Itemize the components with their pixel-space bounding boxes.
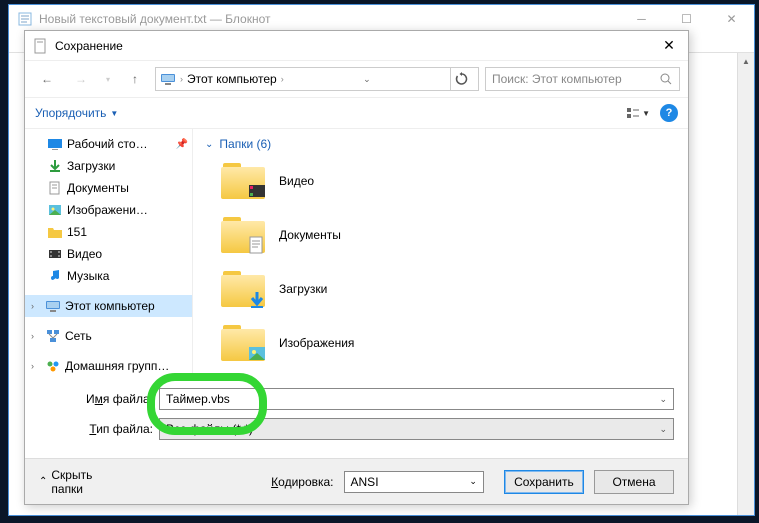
search-icon [659, 72, 673, 86]
tree-item-151[interactable]: 151 [25, 221, 192, 243]
tree-item-this-pc[interactable]: › Этот компьютер [25, 295, 192, 317]
breadcrumb-item[interactable]: Этот компьютер [187, 72, 277, 86]
tree-item-pictures[interactable]: Изображени… [25, 199, 192, 221]
pictures-icon [47, 202, 63, 218]
desktop-icon [47, 136, 63, 152]
help-button[interactable]: ? [660, 104, 678, 122]
folder-icon [47, 224, 63, 240]
hide-folders-button[interactable]: ⌃ Скрыть папки [39, 468, 121, 496]
close-button[interactable]: ✕ [709, 5, 754, 33]
dialog-titlebar: Сохранение ✕ [25, 31, 688, 61]
documents-icon [47, 180, 63, 196]
tree-item-music[interactable]: Музыка [25, 265, 192, 287]
search-input[interactable]: Поиск: Этот компьютер [485, 67, 680, 91]
dropdown-icon[interactable]: ⌄ [659, 424, 667, 435]
computer-icon [45, 298, 61, 314]
folder-tree: Рабочий сто… 📌 Загрузки Документы Изобра… [25, 129, 193, 380]
chevron-up-icon: ⌃ [39, 476, 47, 487]
refresh-button[interactable] [450, 68, 474, 90]
tree-item-desktop[interactable]: Рабочий сто… 📌 [25, 133, 192, 155]
save-dialog: Сохранение ✕ ← → ▾ ↑ › Этот компьютер › … [24, 30, 689, 505]
folder-documents[interactable]: Документы [221, 217, 676, 253]
homegroup-icon [45, 358, 61, 374]
search-placeholder: Поиск: Этот компьютер [492, 72, 622, 86]
encoding-combo[interactable]: ANSI ⌄ [344, 471, 484, 493]
breadcrumb-dropdown[interactable]: ⌄ [355, 68, 379, 90]
scroll-up-icon[interactable]: ▲ [738, 53, 754, 70]
videos-icon [47, 246, 63, 262]
notepad-icon [17, 11, 33, 27]
folder-downloads[interactable]: Загрузки [221, 271, 676, 307]
back-button[interactable]: ← [33, 67, 61, 91]
window-controls: ─ ☐ ✕ [619, 5, 754, 33]
network-icon [45, 328, 61, 344]
dialog-title: Сохранение [55, 39, 654, 53]
pin-icon: 📌 [176, 139, 188, 150]
content-pane: ⌄ Папки (6) Видео Документы [193, 129, 688, 380]
folder-icon [221, 325, 265, 361]
notepad-titlebar: Новый текстовый документ.txt — Блокнот ─… [9, 5, 754, 33]
folder-icon [221, 163, 265, 199]
notepad-scrollbar[interactable]: ▲ [737, 53, 754, 515]
save-button[interactable]: Сохранить [504, 470, 584, 494]
computer-icon [160, 71, 176, 87]
dialog-toolbar: Упорядочить ▼ ▼ ? [25, 97, 688, 129]
dropdown-icon[interactable]: ⌄ [469, 476, 477, 487]
view-options-button[interactable]: ▼ [626, 106, 650, 120]
encoding-label: Кодировка: [271, 475, 333, 489]
expand-icon[interactable]: › [31, 331, 41, 341]
minimize-button[interactable]: ─ [619, 5, 664, 33]
tree-item-documents[interactable]: Документы [25, 177, 192, 199]
folder-videos[interactable]: Видео [221, 163, 676, 199]
tree-item-videos[interactable]: Видео [25, 243, 192, 265]
dialog-close-button[interactable]: ✕ [654, 31, 684, 61]
filetype-label: Тип файла: [39, 422, 159, 436]
breadcrumb[interactable]: › Этот компьютер › ⌄ [155, 67, 479, 91]
chevron-right-icon: › [180, 74, 183, 84]
filetype-combo[interactable]: Все файлы (*.*) ⌄ [159, 418, 674, 440]
music-icon [47, 268, 63, 284]
cancel-button[interactable]: Отмена [594, 470, 674, 494]
notepad-title: Новый текстовый документ.txt — Блокнот [39, 12, 619, 26]
recent-dropdown[interactable]: ▾ [101, 67, 115, 91]
folder-pictures[interactable]: Изображения [221, 325, 676, 361]
up-button[interactable]: ↑ [121, 67, 149, 91]
tree-item-network[interactable]: › Сеть [25, 325, 192, 347]
downloads-icon [47, 158, 63, 174]
filename-input[interactable]: Таймер.vbs ⌄ [159, 388, 674, 410]
expand-icon[interactable]: › [31, 301, 41, 311]
organize-button[interactable]: Упорядочить ▼ [35, 106, 118, 120]
save-dialog-icon [33, 38, 49, 54]
chevron-right-icon: › [281, 74, 284, 84]
dialog-nav: ← → ▾ ↑ › Этот компьютер › ⌄ Поиск: Этот… [25, 61, 688, 97]
folder-icon [221, 217, 265, 253]
content-section-header[interactable]: ⌄ Папки (6) [205, 137, 676, 151]
filename-label: Имя файла: [39, 392, 159, 406]
expand-icon[interactable]: › [31, 361, 41, 371]
folder-icon [221, 271, 265, 307]
forward-button[interactable]: → [67, 67, 95, 91]
dialog-footer: ⌃ Скрыть папки Кодировка: ANSI ⌄ Сохрани… [25, 458, 688, 504]
chevron-down-icon: ⌄ [205, 139, 213, 150]
dropdown-icon: ▼ [110, 109, 118, 118]
dropdown-icon[interactable]: ⌄ [659, 394, 667, 405]
maximize-button[interactable]: ☐ [664, 5, 709, 33]
tree-item-homegroup[interactable]: › Домашняя групп… [25, 355, 192, 377]
dialog-fields: Имя файла: Таймер.vbs ⌄ Тип файла: Все ф… [25, 380, 688, 458]
tree-item-downloads[interactable]: Загрузки [25, 155, 192, 177]
